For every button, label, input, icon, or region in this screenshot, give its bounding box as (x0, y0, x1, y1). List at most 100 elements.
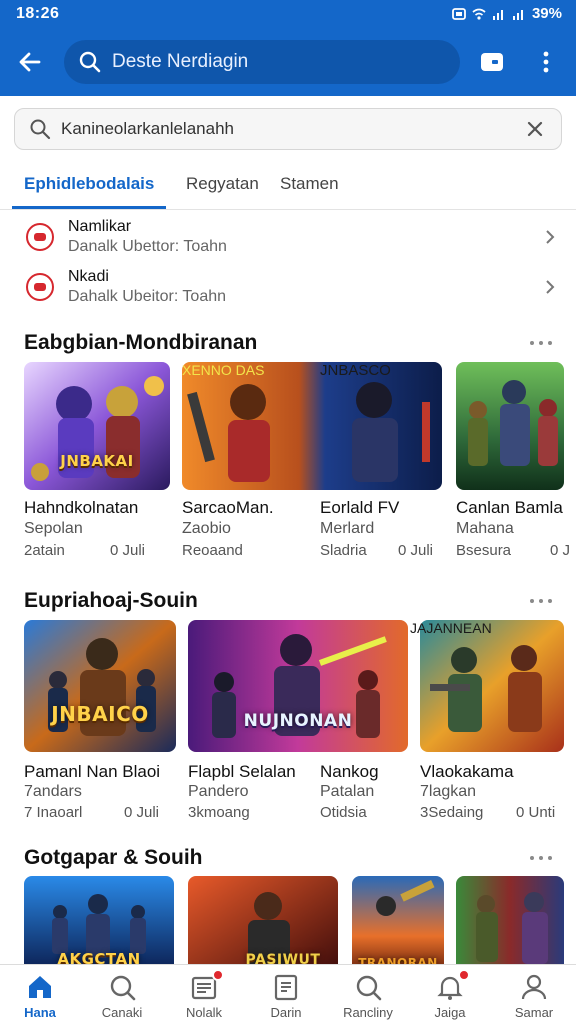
clear-search-button[interactable] (523, 117, 547, 141)
notification-icon (452, 7, 466, 20)
game-meta: 2atain (24, 542, 65, 559)
chat-icon (26, 273, 54, 301)
game-banner-area: XENNO DAS (182, 362, 312, 490)
nav-item-jaiga[interactable]: Jaiga (410, 969, 490, 1023)
game-card[interactable]: JNBASCO Eorlald FV Merlard Sladria 0 Jul… (320, 362, 444, 562)
top-bar: 18:26 39% Deste Nerdiagin (0, 0, 576, 96)
nav-label: Samar (514, 1005, 554, 1020)
nav-item-nolalk[interactable]: Nolalk (164, 969, 244, 1023)
game-meta: Reoaand (182, 542, 243, 559)
nav-item-samar[interactable]: Samar (494, 971, 574, 1023)
game-meta: Otidsia (320, 804, 367, 821)
list-item[interactable]: Nkadi Dahalk Ubeitor: Toahn (0, 264, 576, 310)
nav-label: Hana (24, 1005, 56, 1020)
game-thumbnail: TRANORAN (352, 876, 444, 976)
game-title: Eorlald FV (320, 498, 400, 517)
notification-badge (458, 969, 470, 981)
game-title: Nankog (320, 762, 379, 781)
tab-regyatan[interactable]: Regyatan (186, 174, 259, 194)
list-item-subtitle: Danalk Ubettor: Toahn (68, 238, 227, 255)
game-title: Flapbl Selalan (188, 762, 296, 781)
game-banner: JNBASCO (320, 362, 391, 379)
app-search-bar[interactable]: Deste Nerdiagin (64, 40, 460, 84)
game-thumbnail (456, 362, 564, 490)
game-title: Hahndkolnatan (24, 498, 139, 517)
back-button[interactable] (12, 44, 48, 80)
signal-icon (492, 9, 503, 20)
game-subtitle: Sepolan (24, 520, 83, 537)
game-meta: Bsesura (456, 542, 512, 559)
nav-item-canaki[interactable]: Canaki (82, 971, 162, 1023)
game-card[interactable]: XENNO DAS SarcaoMan. Zaobio Reoaand (182, 362, 442, 562)
status-time: 18:26 (16, 5, 60, 22)
game-card[interactable]: PASIWUT (188, 876, 340, 976)
search-icon (30, 119, 51, 140)
section-more-button[interactable] (530, 338, 552, 348)
wallet-icon (481, 53, 503, 71)
signal-icon (512, 9, 523, 20)
game-date: 0 J (550, 542, 571, 559)
search-icon (79, 51, 101, 73)
nav-label: Rancliny (343, 1005, 393, 1020)
game-thumbnail (456, 876, 564, 976)
game-card[interactable]: JNBAKAI Hahndkolnatan Sepolan 2atain 0 J… (24, 362, 170, 562)
game-art (456, 362, 564, 490)
nav-label: Darin (270, 1005, 302, 1020)
game-card[interactable]: JNBAICO Pamanl Nan Blaoi 7andars 7 Inaoa… (24, 620, 178, 821)
search-input[interactable] (61, 119, 523, 139)
game-banner-area: JAJANNEAN (410, 620, 564, 752)
arrow-left-icon (19, 52, 41, 72)
section-more-button[interactable] (530, 853, 552, 863)
nav-item-rancliny[interactable]: Rancliny (328, 971, 408, 1023)
game-subtitle: Merlard (320, 520, 375, 537)
game-meta: 7 Inaoarl (24, 804, 83, 821)
notification-badge (212, 969, 224, 981)
game-card[interactable]: Nankog Patalan Otidsia (320, 620, 410, 821)
list-item[interactable]: Namlikar Danalk Ubettor: Toahn (0, 214, 576, 260)
app-screen: 18:26 39% Deste Nerdiagin Kanineolarkanl… (0, 0, 576, 1024)
game-card[interactable]: JAJANNEAN Vlaokakama 7lagkan 3Sedaing 0 … (410, 620, 566, 821)
game-card[interactable]: TRANORAN (352, 876, 444, 976)
game-card[interactable]: Canlan Bamla Mahana Bsesura 0 J (456, 362, 576, 562)
game-date: 0 Juli (124, 804, 160, 821)
game-subtitle: Patalan (320, 783, 375, 800)
section-title: Eabgbian-Mondbiranan (24, 331, 258, 354)
nav-item-home[interactable]: Hana (0, 971, 80, 1023)
status-bar: 18:26 39% (0, 0, 576, 30)
game-date: 0 Unti (516, 804, 556, 821)
chevron-right-icon (546, 280, 555, 294)
game-thumbnail: PASIWUT (188, 876, 338, 976)
profile-icon (521, 974, 547, 1000)
tab-ephidlebodalais[interactable]: Ephidlebodalais (24, 174, 154, 194)
nav-label: Jaiga (434, 1005, 466, 1020)
more-options-button[interactable] (528, 44, 564, 80)
game-art (456, 876, 564, 976)
game-title: SarcaoMan. (182, 498, 274, 517)
game-subtitle: Pandero (188, 783, 249, 800)
nav-label: Nolalk (185, 1005, 223, 1020)
nav-item-darin[interactable]: Darin (246, 971, 326, 1023)
game-card[interactable] (456, 876, 566, 976)
section-more-button[interactable] (530, 596, 552, 606)
game-date: 0 Juli (398, 542, 434, 559)
game-thumbnail: JNBAKAI (24, 362, 170, 490)
search-icon (110, 975, 136, 1001)
wifi-icon (472, 8, 486, 20)
game-title: Pamanl Nan Blaoi (24, 762, 161, 781)
section-title: Gotgapar & Souih (24, 846, 203, 869)
list-item-name: Namlikar (68, 218, 132, 235)
game-title: Canlan Bamla (456, 498, 563, 517)
game-banner: XENNO DAS (182, 362, 265, 378)
close-icon (527, 121, 543, 137)
active-tab-indicator (12, 206, 166, 209)
search-bar (14, 108, 562, 150)
game-thumbnail: JNBAICO (24, 620, 176, 752)
game-card[interactable]: AKGCTAN (24, 876, 176, 976)
list-item-name: Nkadi (68, 268, 109, 285)
tab-stamen[interactable]: Stamen (280, 174, 339, 194)
list-item-subtitle: Dahalk Ubeitor: Toahn (68, 288, 227, 305)
wallet-button[interactable] (474, 44, 510, 80)
tab-bar: Ephidlebodalais Regyatan Stamen (0, 160, 576, 210)
bottom-navigation: Hana Canaki Nolalk Darin Rancliny Jaiga … (0, 964, 576, 1024)
game-art (24, 620, 176, 752)
